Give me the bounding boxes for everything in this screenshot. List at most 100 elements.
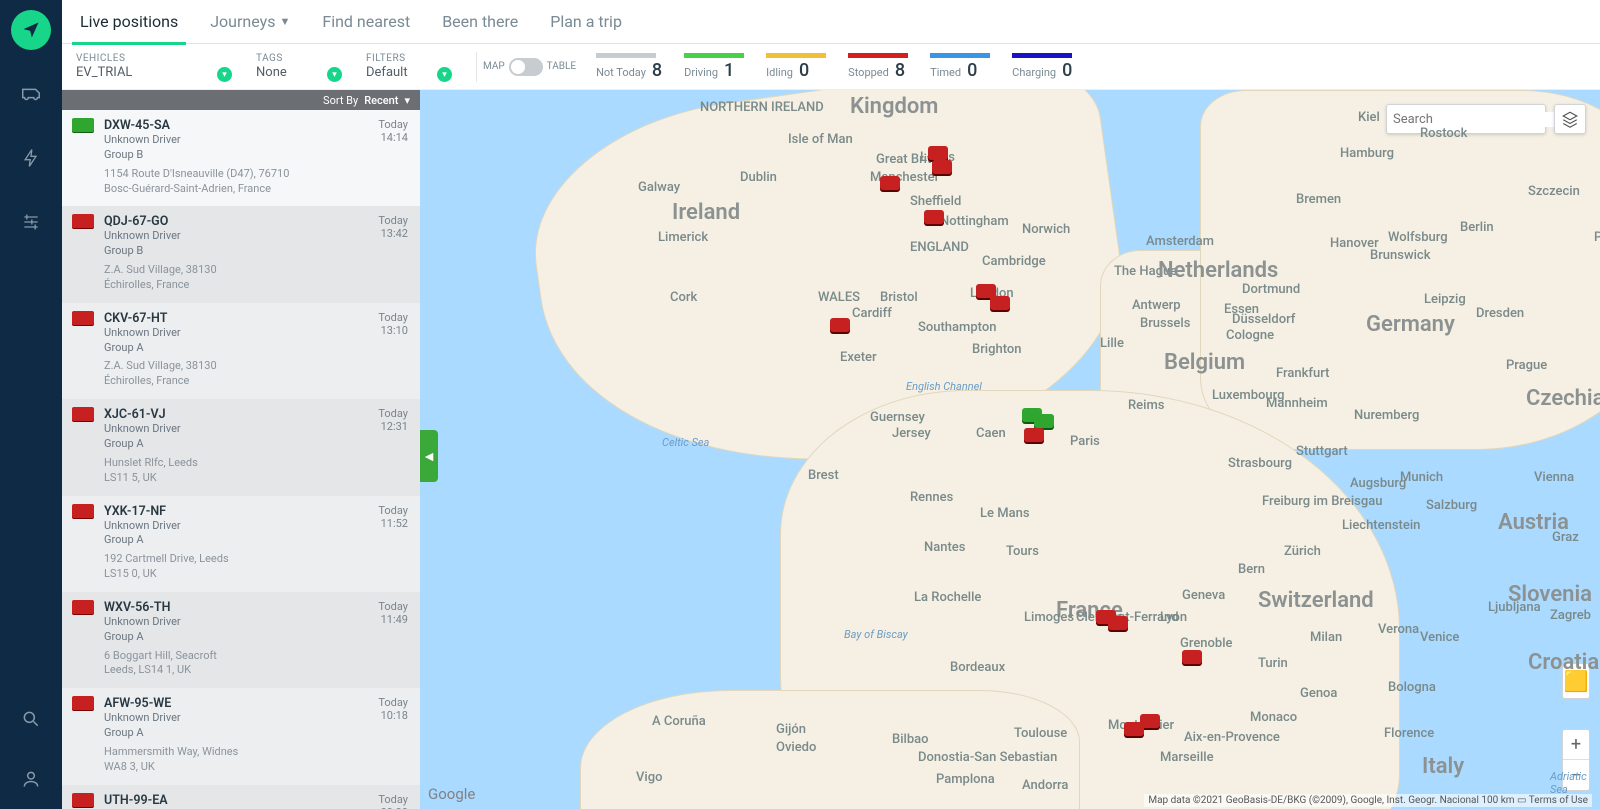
vehicle-marker[interactable] [932, 160, 952, 174]
nav-user-icon[interactable] [11, 759, 51, 799]
pegman[interactable]: 🟨 [1562, 663, 1590, 699]
status-label: Stopped [848, 66, 889, 79]
vehicle-reg: UTH-99-EA [104, 793, 408, 808]
vehicle-driver: Unknown Driver [104, 422, 408, 437]
vehicle-address: Z.A. Sud Village, 38130Échirolles, Franc… [104, 359, 408, 389]
nav-power-icon[interactable] [11, 138, 51, 178]
vehicle-list-panel: Sort By Recent ▾ DXW-45-SA Unknown Drive… [62, 90, 420, 809]
collapse-handle[interactable]: ◄ [420, 430, 438, 482]
vehicle-icon [72, 600, 96, 678]
vehicle-row[interactable]: AFW-95-WE Unknown Driver Group A Hammers… [62, 688, 420, 784]
tab-plan-a-trip[interactable]: Plan a trip [550, 0, 622, 44]
vehicle-marker[interactable] [830, 318, 850, 332]
zoom-out-button[interactable]: − [1563, 760, 1589, 790]
status-label: Not Today [596, 66, 646, 79]
vehicle-row[interactable]: UTH-99-EA Unknown Driver Group A 341 Rue… [62, 785, 420, 809]
filter-tags[interactable]: TAGS None ▾ [256, 53, 366, 80]
vehicle-marker[interactable] [1124, 722, 1144, 736]
chevron-down-icon: ▼ [279, 15, 290, 28]
vehicle-reg: WXV-56-TH [104, 600, 408, 615]
vehicle-list[interactable]: DXW-45-SA Unknown Driver Group B 1154 Ro… [62, 110, 420, 809]
tab-journeys[interactable]: Journeys▼ [210, 0, 290, 44]
vehicle-marker[interactable] [1034, 414, 1054, 428]
map-label: Venice [1420, 630, 1459, 645]
filter-bar: VEHICLES EV_TRIAL ▾ TAGS None ▾ FILTERS … [62, 44, 1600, 90]
status-charging[interactable]: Charging 0 [1012, 53, 1072, 81]
vehicle-marker[interactable] [1108, 616, 1128, 630]
zoom-control[interactable]: + − [1562, 729, 1590, 791]
nav-settings-icon[interactable] [11, 202, 51, 242]
status-count: 8 [895, 60, 905, 81]
toggle-switch[interactable] [509, 58, 543, 76]
status-driving[interactable]: Driving 1 [684, 53, 744, 81]
main: Live positions Journeys▼ Find nearest Been … [62, 0, 1600, 809]
vehicle-marker[interactable] [880, 176, 900, 190]
vehicle-driver: Unknown Driver [104, 133, 408, 148]
tabs: Live positions Journeys▼ Find nearest Been … [62, 0, 1600, 44]
vehicle-group: Group A [104, 341, 408, 356]
map-search[interactable] [1386, 104, 1546, 134]
vehicle-address: 192 Cartmell Drive, LeedsLS15 0, UK [104, 552, 408, 582]
tab-find-nearest[interactable]: Find nearest [322, 0, 410, 44]
vehicle-row[interactable]: QDJ-67-GO Unknown Driver Group B Z.A. Su… [62, 206, 420, 302]
map[interactable]: 🟨 + − Google Map data ©2021 GeoBasis-DE/… [420, 90, 1600, 809]
nav-search-icon[interactable] [11, 699, 51, 739]
map-table-toggle[interactable]: MAP TABLE [483, 58, 576, 76]
map-label: Vienna [1534, 470, 1574, 485]
nav-live-icon[interactable] [11, 10, 51, 50]
status-color-bar [596, 53, 656, 58]
vehicle-icon [72, 214, 96, 292]
vehicle-marker[interactable] [990, 296, 1010, 310]
vehicle-marker[interactable] [1182, 650, 1202, 664]
vehicle-address: Z.A. Sud Village, 38130Échirolles, Franc… [104, 263, 408, 293]
vehicle-row[interactable]: CKV-67-HT Unknown Driver Group A Z.A. Su… [62, 303, 420, 399]
status-timed[interactable]: Timed 0 [930, 53, 990, 81]
status-not-today[interactable]: Not Today 8 [596, 53, 662, 81]
status-label: Timed [930, 66, 961, 79]
vehicle-driver: Unknown Driver [104, 711, 408, 726]
map-label: Austria [1498, 510, 1569, 535]
sort-bar[interactable]: Sort By Recent ▾ [62, 90, 420, 110]
vehicle-reg: CKV-67-HT [104, 311, 408, 326]
map-label: Ljubljana [1488, 600, 1541, 615]
zoom-in-button[interactable]: + [1563, 730, 1589, 760]
vehicle-group: Group A [104, 630, 408, 645]
chevron-down-icon: ▾ [327, 67, 342, 82]
vehicle-row[interactable]: YXK-17-NF Unknown Driver Group A 192 Car… [62, 496, 420, 592]
status-label: Charging [1012, 66, 1056, 79]
map-label: Slovenia [1508, 582, 1592, 607]
map-label: Munich [1400, 470, 1443, 485]
vehicle-address: 1154 Route D'Isneauville (D47), 76710Bos… [104, 167, 408, 197]
tab-been-there[interactable]: Been there [442, 0, 518, 44]
vehicle-row[interactable]: WXV-56-TH Unknown Driver Group A 6 Bogga… [62, 592, 420, 688]
vehicle-icon [72, 311, 96, 389]
vehicle-icon [72, 793, 96, 809]
chevron-down-icon: ▾ [217, 67, 232, 82]
vehicle-time: Today13:42 [378, 214, 408, 240]
vehicle-marker[interactable] [1024, 428, 1044, 442]
map-search-input[interactable] [1393, 112, 1559, 127]
status-idling[interactable]: Idling 0 [766, 53, 826, 81]
nav-fleet-icon[interactable] [11, 74, 51, 114]
tab-live-positions[interactable]: Live positions [80, 0, 178, 44]
vehicle-reg: QDJ-67-GO [104, 214, 408, 229]
map-label: Graz [1552, 530, 1579, 545]
vehicle-marker[interactable] [928, 146, 948, 160]
filter-vehicles[interactable]: VEHICLES EV_TRIAL ▾ [76, 53, 256, 80]
vehicle-row[interactable]: DXW-45-SA Unknown Driver Group B 1154 Ro… [62, 110, 420, 206]
vehicle-driver: Unknown Driver [104, 519, 408, 534]
vehicle-reg: DXW-45-SA [104, 118, 408, 133]
vehicle-icon [72, 696, 96, 774]
sidebar [0, 0, 62, 809]
vehicle-marker[interactable] [924, 210, 944, 224]
filter-filters[interactable]: FILTERS Default ▾ [366, 53, 476, 80]
google-logo: Google [428, 785, 475, 803]
vehicle-row[interactable]: XJC-61-VJ Unknown Driver Group A Hunslet… [62, 399, 420, 495]
status-stopped[interactable]: Stopped 8 [848, 53, 908, 81]
map-layers-button[interactable] [1554, 104, 1586, 134]
map-label: Zagreb [1550, 608, 1591, 623]
vehicle-group: Group A [104, 533, 408, 548]
divider [476, 52, 477, 82]
status-count: 0 [799, 60, 809, 81]
vehicle-address: 6 Boggart Hill, SeacroftLeeds, LS14 1, U… [104, 649, 408, 679]
